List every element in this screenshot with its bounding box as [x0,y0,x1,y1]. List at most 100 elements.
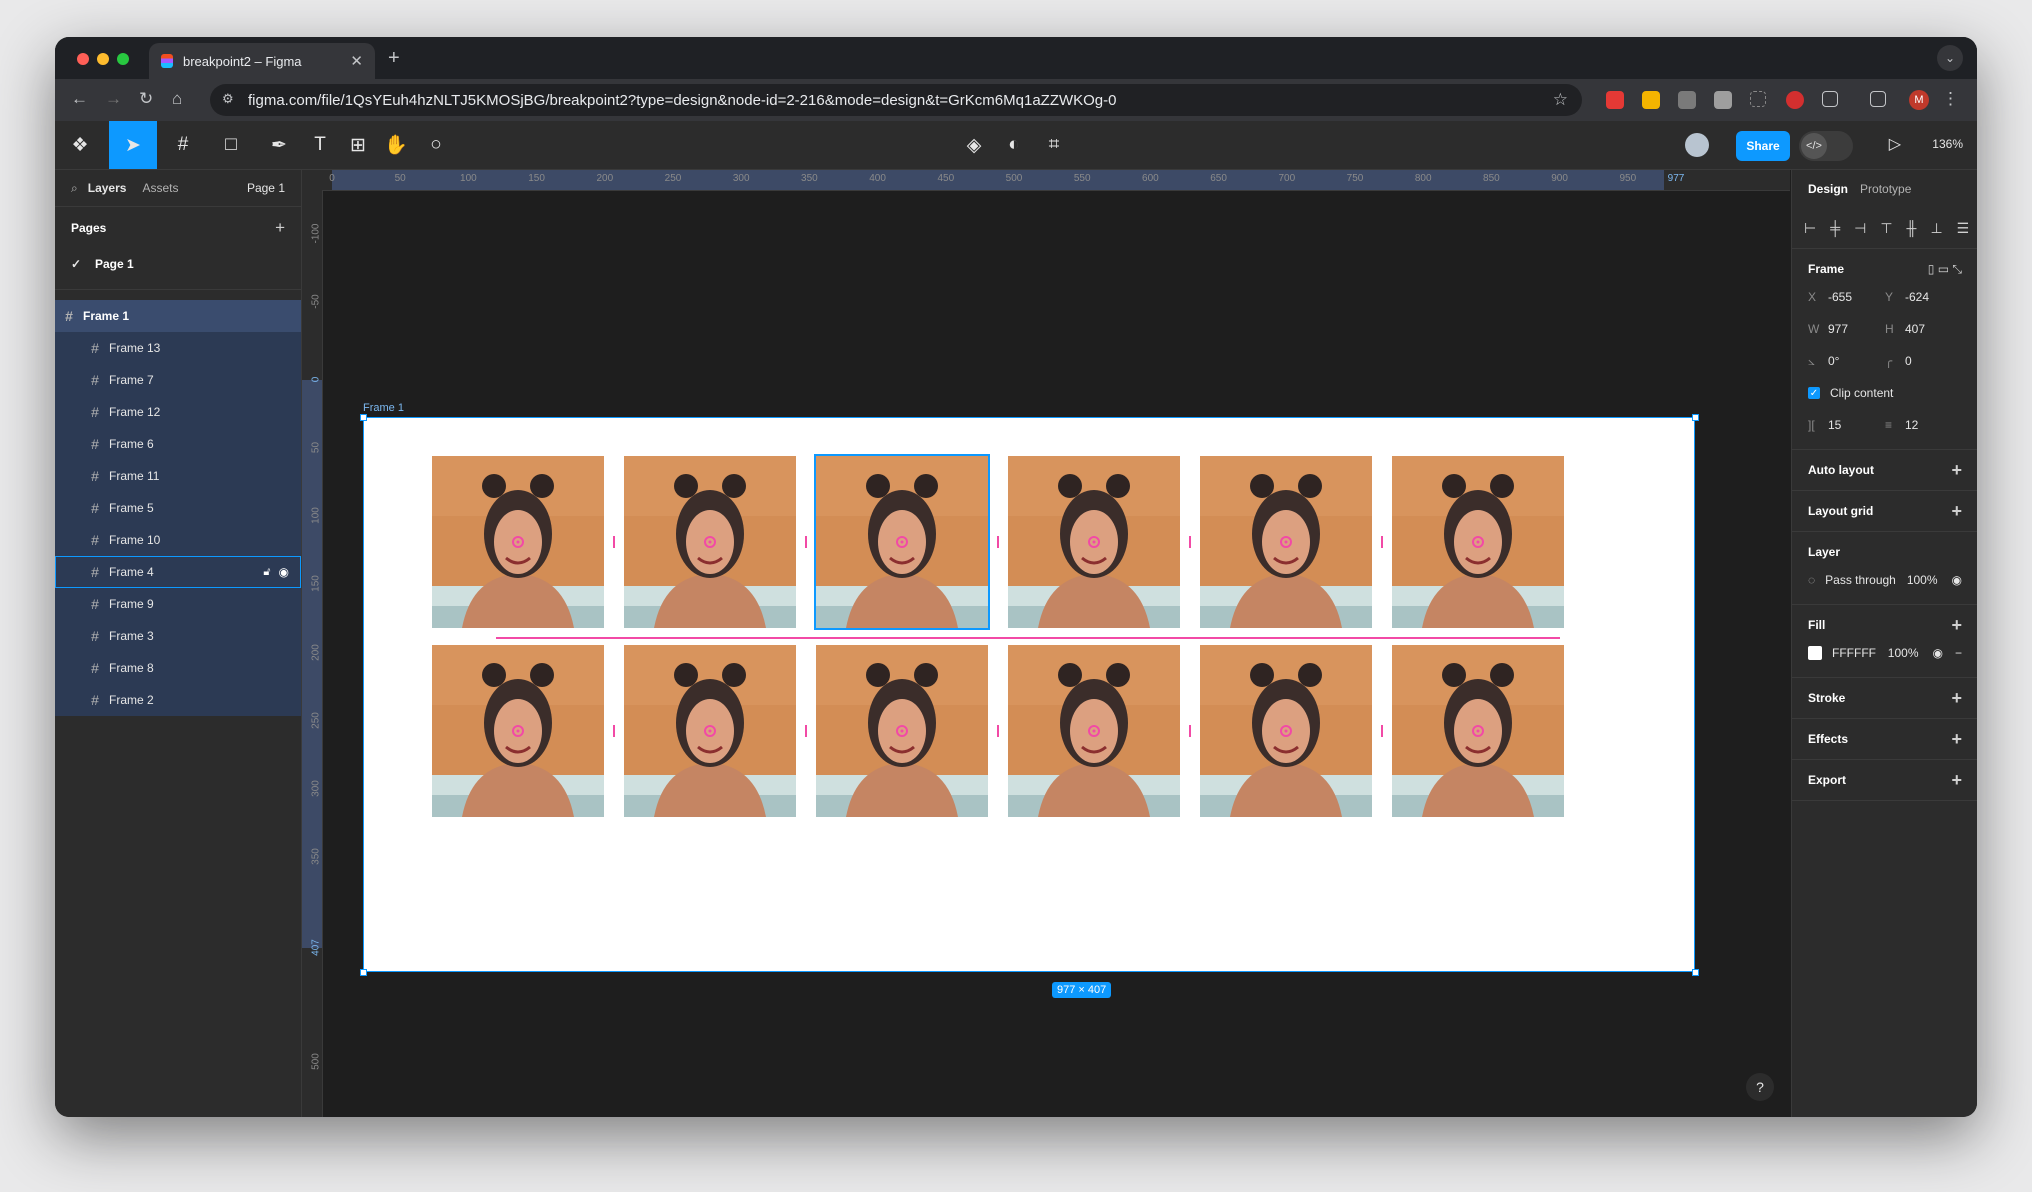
add-layout-grid-icon[interactable]: + [1951,501,1962,522]
profile-avatar[interactable]: M [1909,90,1929,110]
image-frame[interactable] [432,645,604,817]
tab-close-icon[interactable]: ✕ [350,52,363,70]
move-tool-icon[interactable]: ➤ [109,121,157,169]
back-arrow-icon[interactable]: ← [71,89,88,109]
layer-frame-12[interactable]: # Frame 12 [55,396,301,428]
layer-frame-13[interactable]: # Frame 13 [55,332,301,364]
home-icon[interactable]: ⌂ [172,89,182,109]
image-frame[interactable] [1392,456,1564,628]
clip-content-checkbox[interactable]: ✓ [1808,387,1820,399]
mask-icon[interactable]: ◐ [999,121,1029,169]
layer-frame-8[interactable]: # Frame 8 [55,652,301,684]
extension-icon-phone[interactable] [1714,91,1732,109]
resize-handle[interactable] [360,969,367,976]
tab-design[interactable]: Design [1808,182,1848,196]
resize-handle[interactable] [1692,969,1699,976]
layer-frame-9[interactable]: # Frame 9 [55,588,301,620]
extension-icon-yellow[interactable] [1642,91,1660,109]
image-frame[interactable] [1200,456,1372,628]
height-input[interactable]: 407 [1905,322,1925,336]
padding-v-input[interactable]: 12 [1905,418,1918,432]
layer-frame-4[interactable]: # Frame 4 🔓︎ ◉ [55,556,301,588]
add-fill-icon[interactable]: + [1951,615,1962,636]
add-export-icon[interactable]: + [1951,770,1962,791]
extension-icon-red[interactable] [1606,91,1624,109]
rotation-input[interactable]: 0° [1828,354,1839,369]
close-window-button[interactable] [77,53,89,65]
align-right-icon[interactable]: ⊣ [1854,220,1866,237]
layer-frame-6[interactable]: # Frame 6 [55,428,301,460]
image-frame[interactable] [1008,456,1180,628]
present-play-icon[interactable]: ▷ [1889,134,1901,154]
layer-frame-10[interactable]: # Frame 10 [55,524,301,556]
page-item[interactable]: ✓ Page 1 [55,249,301,279]
align-left-icon[interactable]: ⊢ [1804,220,1816,237]
reload-icon[interactable]: ↻ [139,89,153,109]
align-bottom-icon[interactable]: ⊥ [1930,220,1942,237]
layer-frame-5[interactable]: # Frame 5 [55,492,301,524]
layer-opacity-input[interactable]: 100% [1907,573,1938,587]
share-button[interactable]: Share [1736,131,1790,161]
tab-search-chevron-icon[interactable]: ⌄ [1937,45,1963,71]
resize-handle[interactable] [360,414,367,421]
radius-input[interactable]: 0 [1905,354,1912,368]
url-field[interactable]: ⚙ figma.com/file/1QsYEuh4hzNLTJ5KMOSjBG/… [210,84,1582,116]
browser-menu-icon[interactable]: ⋮ [1942,89,1959,109]
add-stroke-icon[interactable]: + [1951,688,1962,709]
fill-swatch[interactable] [1808,646,1822,660]
layer-frame-2[interactable]: # Frame 2 [55,684,301,716]
resources-icon[interactable]: ⊞ [343,121,373,169]
add-page-icon[interactable]: + [275,218,285,238]
image-frame[interactable] [1200,645,1372,817]
search-icon[interactable]: ⌕ [71,181,78,196]
site-info-icon[interactable]: ⚙ [222,91,234,107]
image-frame[interactable] [1008,645,1180,817]
fill-hex-input[interactable]: FFFFFF [1832,646,1876,660]
add-auto-layout-icon[interactable]: + [1951,460,1962,481]
component-icon[interactable]: ◈ [959,121,989,169]
resize-handle[interactable] [1692,414,1699,421]
x-input[interactable]: -655 [1828,290,1852,304]
crop-icon[interactable]: ⌗ [1039,121,1069,169]
add-effect-icon[interactable]: + [1951,729,1962,750]
blend-mode-select[interactable]: Pass through [1825,573,1896,587]
layer-frame-7[interactable]: # Frame 7 [55,364,301,396]
orientation-icons[interactable]: ▯ ▭ ⤡ [1928,262,1962,277]
lock-icon[interactable]: 🔓︎ [263,566,270,579]
tab-layers[interactable]: Layers [88,181,127,195]
extension-icon-capture[interactable] [1750,91,1766,107]
layer-frame-11[interactable]: # Frame 11 [55,460,301,492]
fill-visibility-eye-icon[interactable]: ◉ [1933,646,1943,660]
layer-frame-1[interactable]: # Frame 1 [55,300,301,332]
frame-label[interactable]: Frame 1 [363,402,404,414]
tab-assets[interactable]: Assets [142,181,178,195]
extensions-puzzle-icon[interactable] [1822,91,1838,107]
frame-tool-icon[interactable]: # [165,121,201,169]
pen-tool-icon[interactable]: ✒ [261,121,297,169]
new-tab-icon[interactable]: + [388,47,400,70]
browser-tab[interactable]: breakpoint2 – Figma ✕ [149,43,375,79]
image-frame[interactable] [624,645,796,817]
user-avatar[interactable] [1685,133,1709,157]
layer-frame-3[interactable]: # Frame 3 [55,620,301,652]
hand-tool-icon[interactable]: ✋ [381,121,411,169]
align-center-v-icon[interactable]: ╫ [1907,220,1917,236]
extension-icon-badge[interactable] [1786,91,1804,109]
comment-tool-icon[interactable]: ○ [421,121,451,169]
fill-opacity-input[interactable]: 100% [1888,646,1919,660]
help-icon[interactable]: ? [1746,1073,1774,1101]
width-input[interactable]: 977 [1828,322,1848,336]
eye-icon[interactable]: ◉ [279,565,289,579]
frame-heading[interactable]: Frame [1808,262,1844,276]
zoom-level[interactable]: 136% [1932,137,1963,151]
image-frame[interactable] [624,456,796,628]
extension-icon-camera[interactable] [1678,91,1696,109]
y-input[interactable]: -624 [1905,290,1929,304]
forward-arrow-icon[interactable]: → [105,89,122,109]
distribute-icon[interactable]: ☰ [1957,220,1970,237]
image-frame[interactable] [432,456,604,628]
canvas[interactable]: Frame 1 977 × 407 ? [323,191,1790,1117]
shape-tool-icon[interactable]: □ [213,121,249,169]
dev-mode-toggle[interactable]: </> [1799,131,1853,161]
side-panel-icon[interactable] [1870,91,1886,107]
